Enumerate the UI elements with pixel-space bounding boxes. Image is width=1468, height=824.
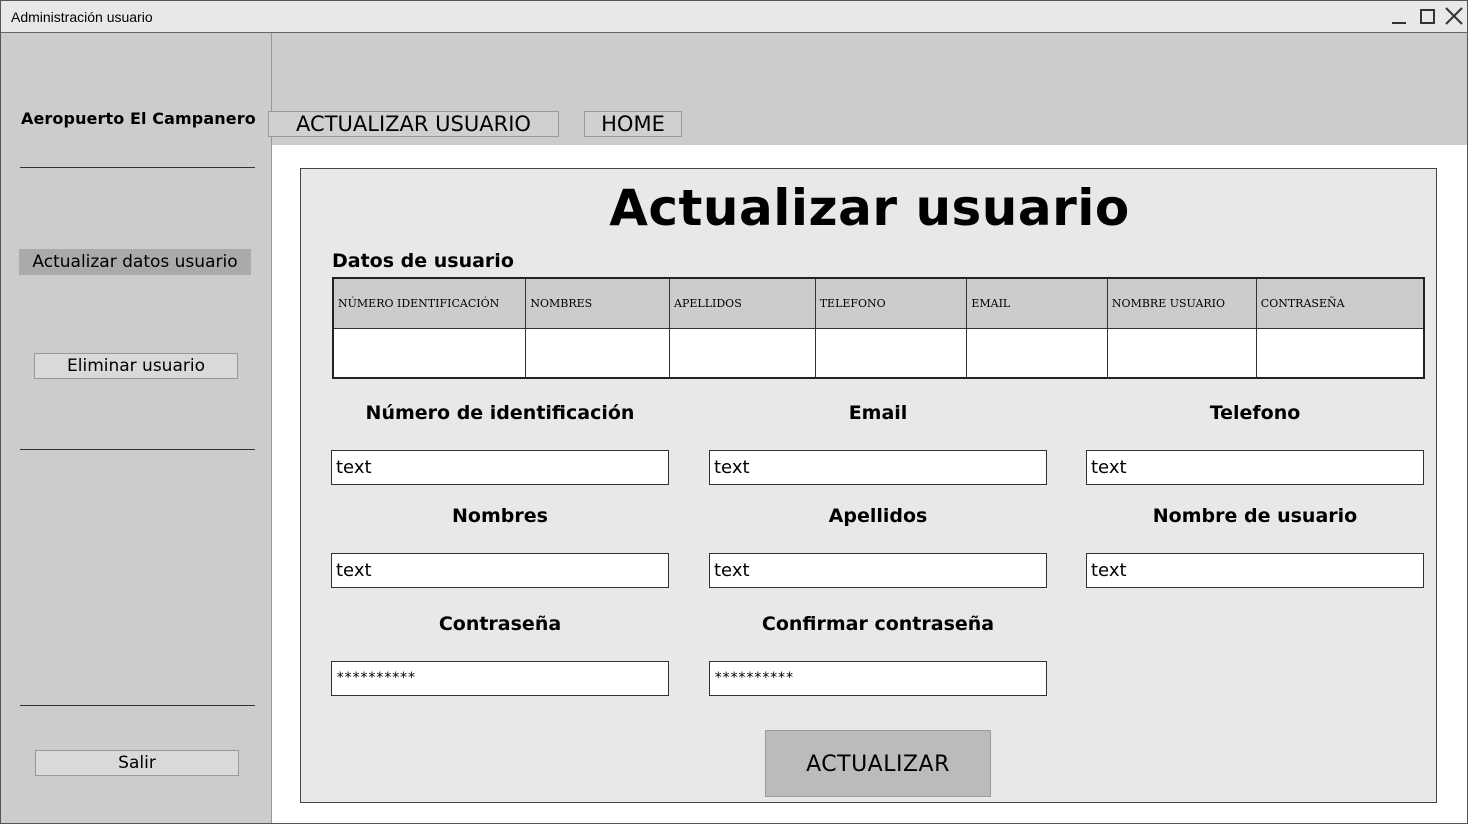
phone-label: Telefono [1209,402,1301,424]
last-names-input[interactable]: text [709,553,1047,588]
sidebar-item-eliminar-usuario[interactable]: Eliminar usuario [34,353,238,379]
title-bar: Administración usuario [1,1,1467,33]
confirm-password-input[interactable]: ********** [709,661,1047,696]
table-cell [525,327,671,379]
table-cell [966,327,1108,379]
sidebar-divider [20,167,255,168]
id-number-input[interactable]: text [331,450,669,485]
username-input[interactable]: text [1086,553,1424,588]
table-row[interactable] [332,327,1425,379]
table-label: Datos de usuario [332,250,514,272]
maximize-icon[interactable] [1417,5,1437,27]
email-label: Email [848,402,908,424]
close-icon[interactable] [1444,5,1464,27]
password-input[interactable]: ********** [331,661,669,696]
password-label: Contraseña [438,613,562,635]
column-header: NOMBRE USUARIO [1106,277,1257,329]
id-number-label: Número de identificación [365,402,635,424]
tab-home[interactable]: HOME [584,111,682,137]
column-header: APELLIDOS [669,277,816,329]
table-cell [669,327,816,379]
table-cell [1106,327,1257,379]
sidebar-divider [20,449,255,450]
exit-button[interactable]: Salir [35,750,239,776]
username-label: Nombre de usuario [1152,505,1358,527]
minimize-icon[interactable] [1389,5,1409,27]
user-data-table: NÚMERO IDENTIFICACIÓN NOMBRES APELLIDOS … [332,277,1425,379]
column-header: NOMBRES [525,277,671,329]
phone-input[interactable]: text [1086,450,1424,485]
sidebar-item-actualizar-datos[interactable]: Actualizar datos usuario [19,249,251,275]
brand-name: Aeropuerto El Campanero [21,109,256,128]
table-header-row: NÚMERO IDENTIFICACIÓN NOMBRES APELLIDOS … [332,277,1425,329]
table-cell [1255,327,1425,379]
sidebar-divider [20,705,255,706]
app-window: Administración usuario Aeropuerto El Cam… [0,0,1468,824]
table-cell [332,327,527,379]
confirm-password-label: Confirmar contraseña [761,613,995,635]
column-header: CONTRASEÑA [1255,277,1425,329]
form-panel: Actualizar usuario Datos de usuario NÚME… [300,168,1437,803]
update-button[interactable]: ACTUALIZAR [765,730,991,797]
window-title: Administración usuario [11,9,153,25]
table-cell [814,327,968,379]
first-names-label: Nombres [452,505,548,527]
email-input[interactable]: text [709,450,1047,485]
tab-actualizar-usuario[interactable]: ACTUALIZAR USUARIO [268,111,559,137]
column-header: NÚMERO IDENTIFICACIÓN [332,277,527,329]
last-names-label: Apellidos [828,505,928,527]
column-header: EMAIL [966,277,1108,329]
first-names-input[interactable]: text [331,553,669,588]
page-title: Actualizar usuario [609,179,1130,237]
column-header: TELEFONO [814,277,968,329]
